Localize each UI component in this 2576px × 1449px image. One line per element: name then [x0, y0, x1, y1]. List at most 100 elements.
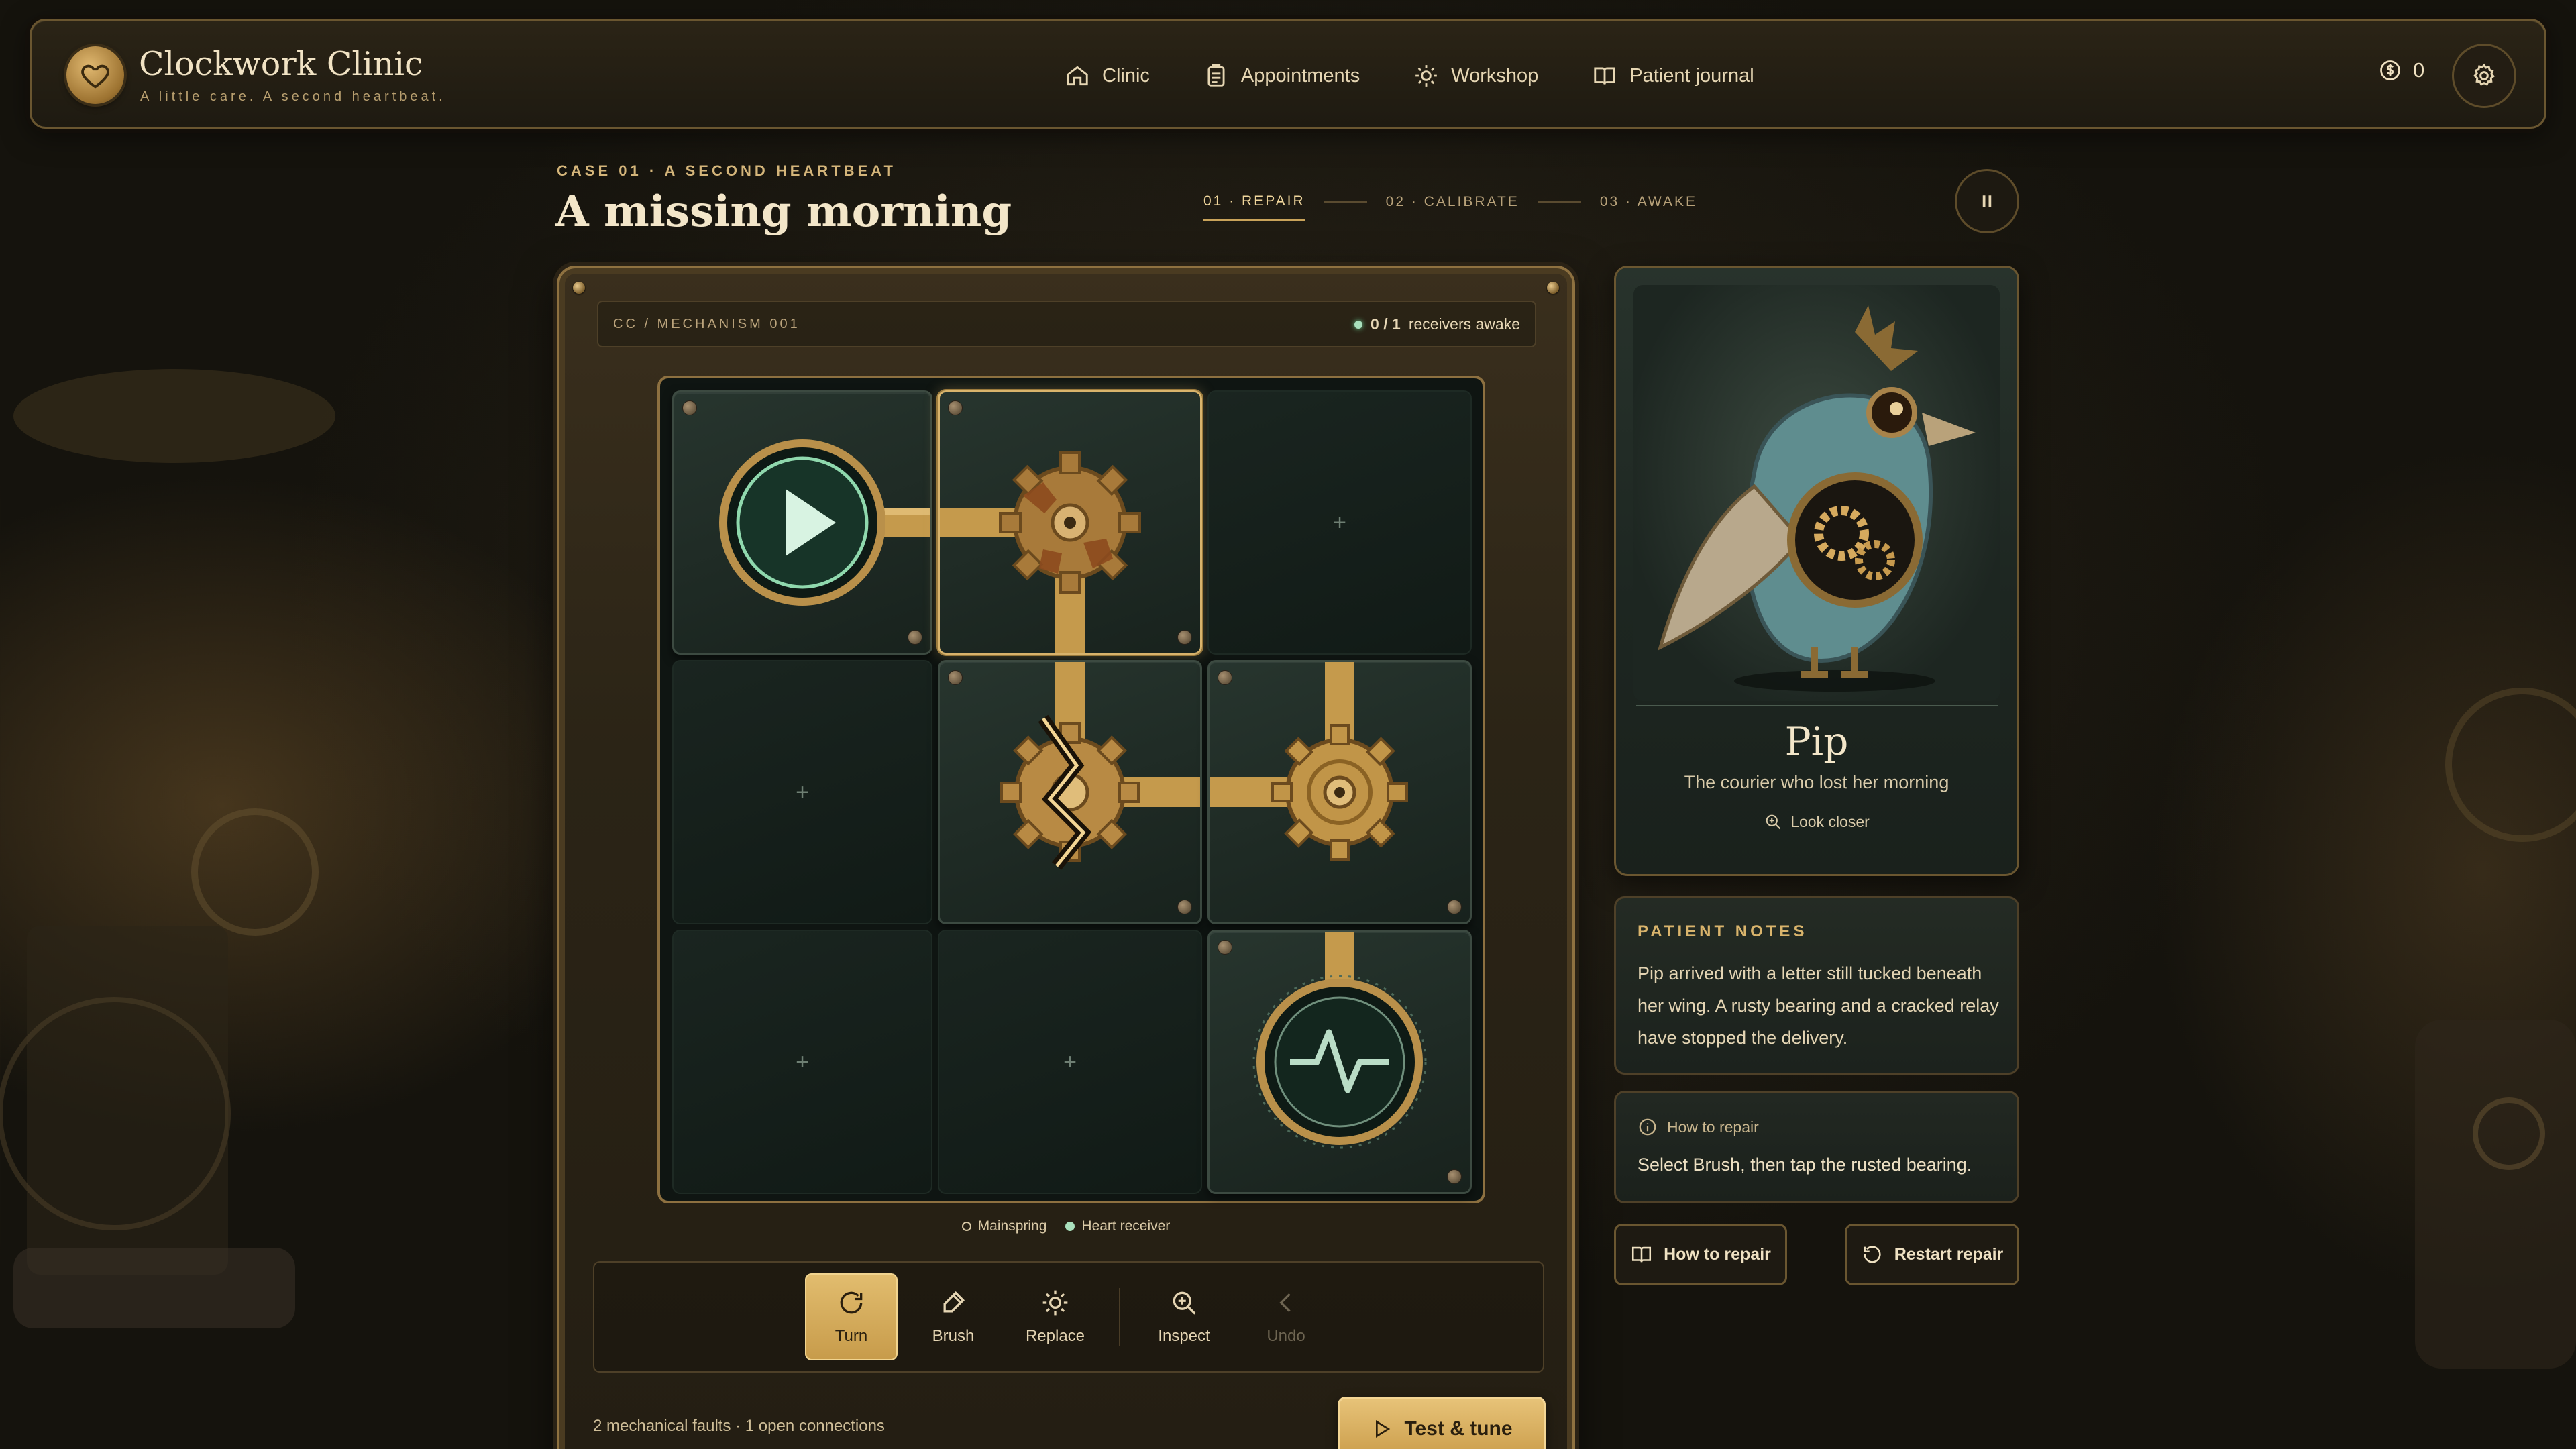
- restart-label: Restart repair: [1894, 1244, 2004, 1264]
- test-label: Test & tune: [1404, 1417, 1513, 1440]
- look-closer-label: Look closer: [1790, 812, 1870, 830]
- test-and-tune-button[interactable]: Test & tune: [1338, 1397, 1546, 1449]
- screw: [908, 630, 922, 645]
- dot-icon: [1065, 1222, 1075, 1231]
- tile-mainspring[interactable]: [672, 390, 932, 655]
- case-title: A missing morning: [555, 186, 1012, 237]
- tool-label: Replace: [1025, 1327, 1085, 1345]
- tool-undo[interactable]: Undo: [1240, 1273, 1332, 1360]
- book-icon: [1594, 67, 1615, 85]
- empty-slot[interactable]: +: [1208, 390, 1472, 655]
- patient-portrait[interactable]: [1633, 285, 2000, 701]
- legend-mainspring: Mainspring: [961, 1218, 1046, 1234]
- empty-slot[interactable]: +: [938, 930, 1202, 1194]
- tile-cracked-relay[interactable]: [938, 660, 1202, 924]
- restart-icon: [1864, 1246, 1881, 1263]
- top-bar: Clockwork Clinic A little care. A second…: [30, 19, 2546, 129]
- mechanism-grid: + + + +: [672, 390, 1472, 1194]
- plus-icon: +: [1063, 1049, 1077, 1075]
- tool-brush[interactable]: Brush: [907, 1273, 1000, 1360]
- app-tagline: A little care. A second heartbeat.: [140, 89, 446, 104]
- legend-receiver: Heart receiver: [1065, 1218, 1170, 1234]
- heart-receiver-icon: [1252, 932, 1427, 1149]
- name-divider: [1636, 705, 1998, 706]
- tile-rusted-gear[interactable]: [938, 390, 1202, 655]
- mainspring-play-icon: [719, 439, 930, 606]
- screw: [1447, 1169, 1462, 1184]
- pause-button[interactable]: [1955, 169, 2019, 233]
- how-to-repair-label: How to repair: [1664, 1244, 1771, 1264]
- receivers-count: 0 / 1: [1371, 315, 1401, 333]
- notes-body: Pip arrived with a letter still tucked b…: [1638, 963, 1999, 1048]
- gear-icon: [1415, 65, 1438, 87]
- tool-label: Undo: [1267, 1327, 1305, 1345]
- tool-turn[interactable]: Turn: [805, 1273, 898, 1360]
- settings-button[interactable]: [2452, 44, 2516, 108]
- empty-slot[interactable]: +: [672, 930, 932, 1194]
- gear-icon: [1042, 1290, 1068, 1316]
- nav-label: Appointments: [1240, 64, 1360, 87]
- screw: [948, 400, 963, 415]
- fault-summary: 2 mechanical faults · 1 open connections: [593, 1417, 885, 1435]
- tile-gear[interactable]: [1208, 660, 1472, 924]
- workshop-background-left: [0, 369, 335, 1328]
- nav-item-patient-journal[interactable]: Patient journal: [1592, 57, 1754, 95]
- look-closer-link[interactable]: Look closer: [1616, 812, 2017, 831]
- workshop-background-right: [2415, 688, 2576, 1368]
- status-dot: [1354, 320, 1363, 329]
- step-awake[interactable]: 03 · AWAKE: [1600, 194, 1697, 210]
- case-kicker: CASE 01 · A SECOND HEARTBEAT: [557, 162, 896, 179]
- app-title: Clockwork Clinic: [139, 45, 423, 83]
- nav-label: Patient journal: [1629, 64, 1754, 87]
- nav-item-clinic[interactable]: Clinic: [1065, 57, 1150, 95]
- step-calibrate[interactable]: 02 · CALIBRATE: [1386, 194, 1519, 210]
- screw: [1177, 630, 1192, 645]
- chevron-left-icon: [1279, 1293, 1291, 1313]
- tool-bar: Turn Brush Replace Inspect Undo: [593, 1261, 1544, 1373]
- screw: [948, 670, 963, 685]
- home-icon: [1067, 66, 1088, 86]
- step-divider: [1538, 201, 1581, 203]
- tool-label: Turn: [835, 1327, 868, 1345]
- tool-divider: [1119, 1288, 1120, 1346]
- pause-icon: [1982, 195, 1992, 207]
- tool-replace[interactable]: Replace: [1009, 1273, 1102, 1360]
- mechanism-header: CC / MECHANISM 001 0 / 1 receivers awake: [597, 301, 1536, 347]
- how-to-repair-button[interactable]: How to repair: [1614, 1224, 1787, 1285]
- tool-inspect[interactable]: Inspect: [1138, 1273, 1230, 1360]
- hint-body: Select Brush, then tap the rusted bearin…: [1638, 1155, 1972, 1175]
- play-icon: [1376, 1419, 1391, 1438]
- tile-heart-receiver[interactable]: [1208, 930, 1472, 1194]
- patient-card: Pip The courier who lost her morning Loo…: [1614, 266, 2019, 876]
- book-icon: [1632, 1246, 1652, 1263]
- repair-hint: How to repair Select Brush, then tap the…: [1614, 1091, 2019, 1203]
- patient-description: The courier who lost her morning: [1684, 772, 1949, 792]
- repair-board: CC / MECHANISM 001 0 / 1 receivers awake: [557, 266, 1575, 1449]
- step-divider: [1324, 201, 1367, 203]
- grid-legend: Mainspring Heart receiver: [559, 1218, 1572, 1234]
- screw: [1177, 900, 1192, 914]
- step-repair[interactable]: 01 · REPAIR: [1203, 193, 1305, 221]
- mechanism-grid-frame: + + + +: [657, 376, 1485, 1203]
- receivers-label: receivers awake: [1408, 315, 1520, 333]
- restart-repair-button[interactable]: Restart repair: [1845, 1224, 2019, 1285]
- nav-item-workshop[interactable]: Workshop: [1413, 57, 1538, 95]
- rivet: [1547, 282, 1559, 294]
- rivet: [573, 282, 585, 294]
- clipboard-icon: [1208, 64, 1225, 87]
- screw: [1218, 670, 1232, 685]
- heart-logo-icon[interactable]: [66, 46, 124, 104]
- empty-slot[interactable]: +: [672, 660, 932, 924]
- mechanism-code: CC / MECHANISM 001: [613, 317, 800, 331]
- brush-icon: [943, 1291, 965, 1313]
- hint-heading: How to repair: [1638, 1117, 1759, 1137]
- nav-label: Clinic: [1102, 64, 1150, 87]
- screw: [682, 400, 697, 415]
- main-nav: Clinic Appointments Workshop Patient jou…: [1065, 57, 1754, 95]
- screw: [1447, 900, 1462, 914]
- coin-count: 0: [2413, 58, 2425, 82]
- plus-icon: +: [1333, 509, 1346, 535]
- nav-item-appointments[interactable]: Appointments: [1203, 57, 1360, 95]
- settings-gear-icon: [2473, 63, 2495, 86]
- ring-icon: [961, 1222, 971, 1231]
